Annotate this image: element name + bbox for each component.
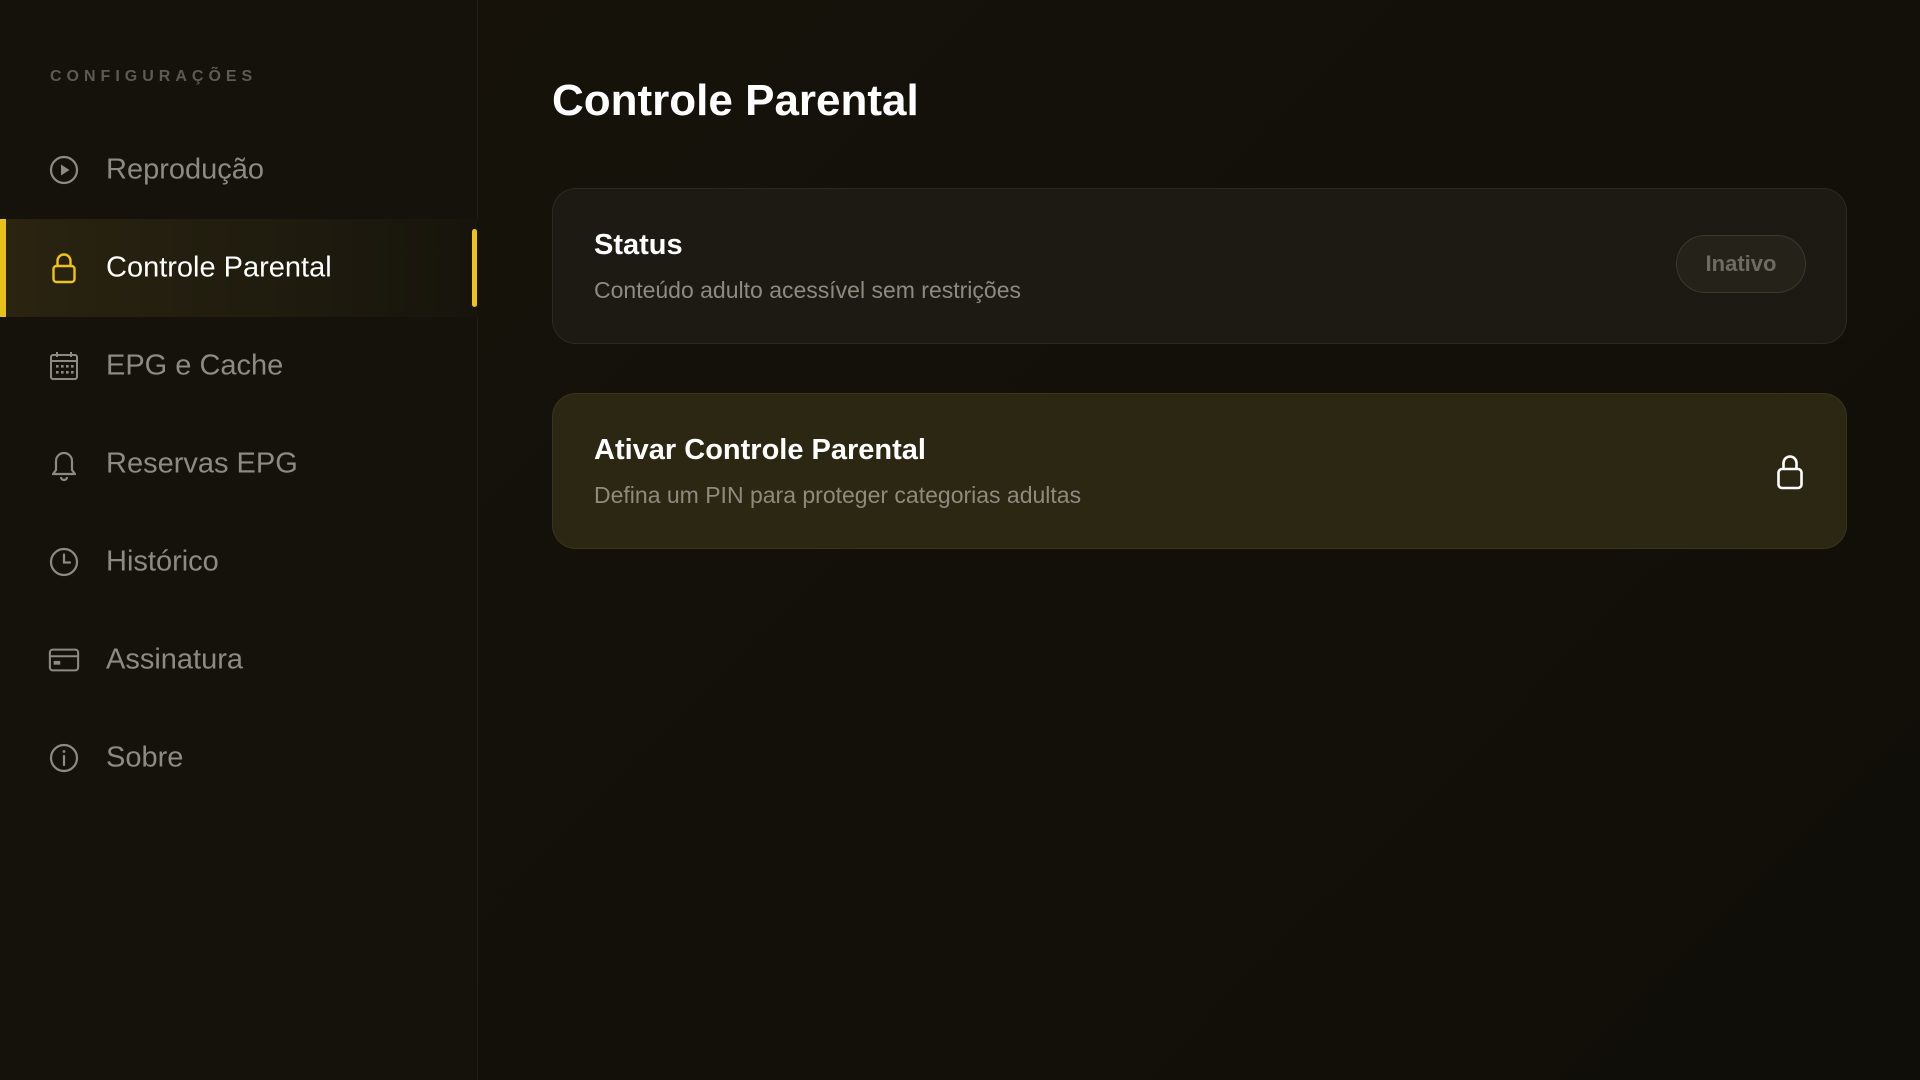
credit-card-icon: [48, 644, 80, 676]
sidebar-item-reservas-epg[interactable]: Reservas EPG: [0, 415, 478, 513]
sidebar-item-label: Histórico: [106, 545, 219, 578]
page-title: Controle Parental: [552, 76, 919, 125]
lock-icon: [1774, 452, 1806, 492]
status-badge: Inativo: [1676, 235, 1806, 293]
settings-sidebar: CONFIGURAÇÕES Reprodução Controle Parent…: [0, 0, 478, 1080]
play-circle-icon: [48, 154, 80, 186]
sidebar-item-label: Reservas EPG: [106, 447, 298, 480]
activate-title: Ativar Controle Parental: [594, 434, 926, 466]
sidebar-item-label: Assinatura: [106, 643, 244, 676]
sidebar-heading: CONFIGURAÇÕES: [50, 68, 258, 85]
status-subtitle: Conteúdo adulto acessível sem restrições: [594, 277, 1021, 303]
status-title: Status: [594, 229, 683, 261]
clock-icon: [48, 546, 80, 578]
active-indicator-bar: [472, 229, 477, 307]
sidebar-item-sobre[interactable]: Sobre: [0, 709, 478, 807]
activate-subtitle: Defina um PIN para proteger categorias a…: [594, 482, 1082, 508]
sidebar-item-label: Sobre: [106, 741, 184, 774]
calendar-icon: [48, 350, 80, 382]
sidebar-item-assinatura[interactable]: Assinatura: [0, 611, 478, 709]
lock-icon: [48, 252, 80, 284]
status-card: Status Conteúdo adulto acessível sem res…: [552, 188, 1847, 344]
sidebar-item-controle-parental[interactable]: Controle Parental: [0, 219, 478, 317]
settings-screen: CONFIGURAÇÕES Reprodução Controle Parent…: [0, 0, 1920, 1080]
sidebar-item-reproducao[interactable]: Reprodução: [0, 121, 478, 219]
sidebar-item-label: Controle Parental: [106, 251, 332, 284]
bell-icon: [48, 448, 80, 481]
sidebar-item-label: Reprodução: [106, 153, 264, 186]
sidebar-item-epg-cache[interactable]: EPG e Cache: [0, 317, 478, 415]
sidebar-item-label: EPG e Cache: [106, 349, 284, 382]
sidebar-item-historico[interactable]: Histórico: [0, 513, 478, 611]
info-icon: [48, 742, 80, 774]
activate-parental-control-button[interactable]: Ativar Controle Parental Defina um PIN p…: [552, 393, 1847, 549]
